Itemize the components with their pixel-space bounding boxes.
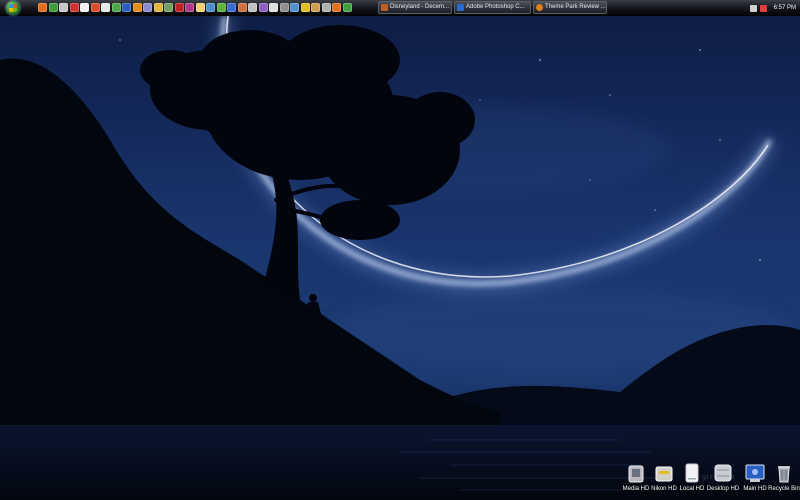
task-theme-park-review[interactable]: Theme Park Review ... bbox=[533, 1, 607, 14]
document-icon[interactable] bbox=[269, 3, 278, 12]
task-label: Disneyland - Decem... bbox=[390, 4, 450, 10]
task-label: Theme Park Review ... bbox=[545, 4, 606, 10]
illustrator-icon[interactable] bbox=[132, 3, 142, 12]
task-buttons: Disneyland - Decem... Adobe Photoshop C.… bbox=[378, 1, 607, 14]
desktop-icon-label: Recycle Bin bbox=[768, 486, 800, 492]
game-icon[interactable] bbox=[342, 3, 352, 12]
chrome-icon[interactable] bbox=[48, 3, 58, 12]
start-button[interactable] bbox=[6, 1, 20, 15]
task-disneyland[interactable]: Disneyland - Decem... bbox=[378, 1, 452, 14]
disk-icon[interactable] bbox=[279, 3, 289, 12]
main-drive-icon bbox=[745, 464, 765, 482]
photoshop-icon bbox=[457, 4, 464, 11]
globe-icon[interactable] bbox=[206, 3, 215, 12]
mail-icon[interactable] bbox=[101, 3, 110, 12]
book-icon[interactable] bbox=[311, 3, 320, 12]
photoshop-icon[interactable] bbox=[122, 3, 131, 12]
taskbar: Disneyland - Decem... Adobe Photoshop C.… bbox=[0, 0, 800, 16]
system-tray: 6:57 PM bbox=[749, 1, 796, 15]
flag-icon[interactable] bbox=[69, 3, 79, 12]
firefox-icon[interactable] bbox=[38, 3, 47, 12]
desktop-icon-recycle-bin[interactable]: Recycle Bin bbox=[765, 462, 800, 493]
desktop-icon-label: Main HD bbox=[743, 486, 767, 492]
desktop-icon-label: Local HD bbox=[679, 486, 705, 492]
bridge-icon bbox=[381, 4, 388, 11]
help-icon[interactable] bbox=[59, 3, 68, 12]
quick-launch-bar bbox=[38, 3, 352, 12]
record-icon[interactable] bbox=[90, 3, 100, 12]
task-photoshop[interactable]: Adobe Photoshop C... bbox=[454, 1, 531, 14]
acrobat-icon[interactable] bbox=[174, 3, 184, 12]
desktop-drive-icon bbox=[714, 464, 732, 482]
image-icon[interactable] bbox=[164, 3, 173, 12]
calculator-icon[interactable] bbox=[248, 3, 257, 12]
nikon-drive-icon bbox=[655, 466, 673, 482]
desktop-wallpaper bbox=[0, 16, 800, 500]
clock[interactable]: 6:57 PM bbox=[774, 5, 796, 11]
firefox-icon bbox=[536, 4, 543, 11]
local-drive-icon bbox=[685, 463, 699, 483]
notes-icon[interactable] bbox=[195, 3, 205, 12]
leaf-icon[interactable] bbox=[111, 3, 121, 12]
play-icon[interactable] bbox=[332, 3, 341, 12]
volume-icon[interactable] bbox=[759, 4, 767, 12]
network-icon[interactable] bbox=[749, 4, 757, 12]
desktop-icon-label: Desktop HD bbox=[706, 486, 740, 492]
chart-icon[interactable] bbox=[216, 3, 226, 12]
media-drive-icon bbox=[628, 465, 644, 483]
bolt-icon[interactable] bbox=[300, 3, 310, 12]
picture-icon[interactable] bbox=[290, 3, 299, 12]
task-label: Adobe Photoshop C... bbox=[466, 4, 525, 10]
google-icon[interactable] bbox=[80, 3, 89, 12]
paint-icon[interactable] bbox=[237, 3, 247, 12]
music-icon[interactable] bbox=[258, 3, 268, 12]
folder-icon[interactable] bbox=[153, 3, 163, 12]
recycle-bin-icon bbox=[778, 466, 790, 483]
media-icon[interactable] bbox=[227, 3, 236, 12]
grid-icon[interactable] bbox=[143, 3, 152, 12]
indesign-icon[interactable] bbox=[185, 3, 194, 12]
wrench-icon[interactable] bbox=[321, 3, 331, 12]
